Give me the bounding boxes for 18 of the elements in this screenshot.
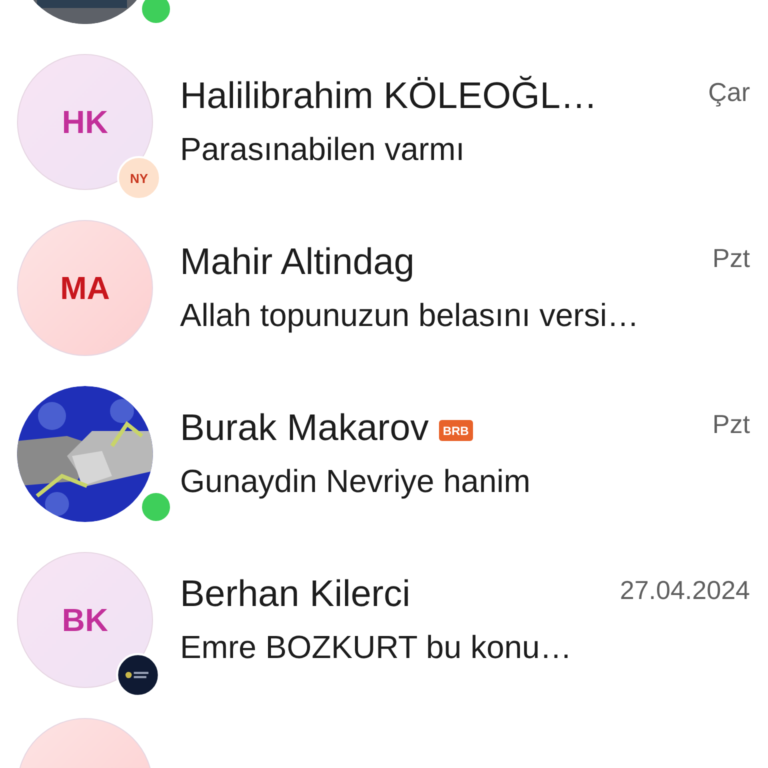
message-time: 27.04.2024	[620, 574, 750, 606]
message-preview: Parasınabilen varmı	[180, 130, 466, 168]
contact-name: Halilibrahim KÖLEOĞL…	[180, 74, 598, 116]
brb-tag: BRB	[438, 420, 473, 441]
message-time: Pzt	[712, 242, 750, 274]
status-avatar: NY	[117, 156, 161, 200]
message-preview: Allah topunuzun belasını versi…	[180, 296, 640, 334]
logo-icon	[115, 652, 161, 698]
contact-name: Burak Makarov	[180, 406, 429, 448]
message-time: Çar	[708, 76, 750, 108]
message-time: Pzt	[712, 408, 750, 440]
avatar-initials: BK	[62, 602, 108, 638]
message-preview: Gunaydin Nevriye hanim	[180, 462, 532, 500]
contact-name: Mahir Altindag	[180, 240, 414, 282]
contact-name: Berhan Kilerci	[180, 572, 410, 614]
avatar-initials: HK	[62, 104, 108, 140]
avatar-initials: MA	[60, 270, 110, 306]
message-preview: Emre BOZKURT bu konu…	[180, 628, 573, 666]
